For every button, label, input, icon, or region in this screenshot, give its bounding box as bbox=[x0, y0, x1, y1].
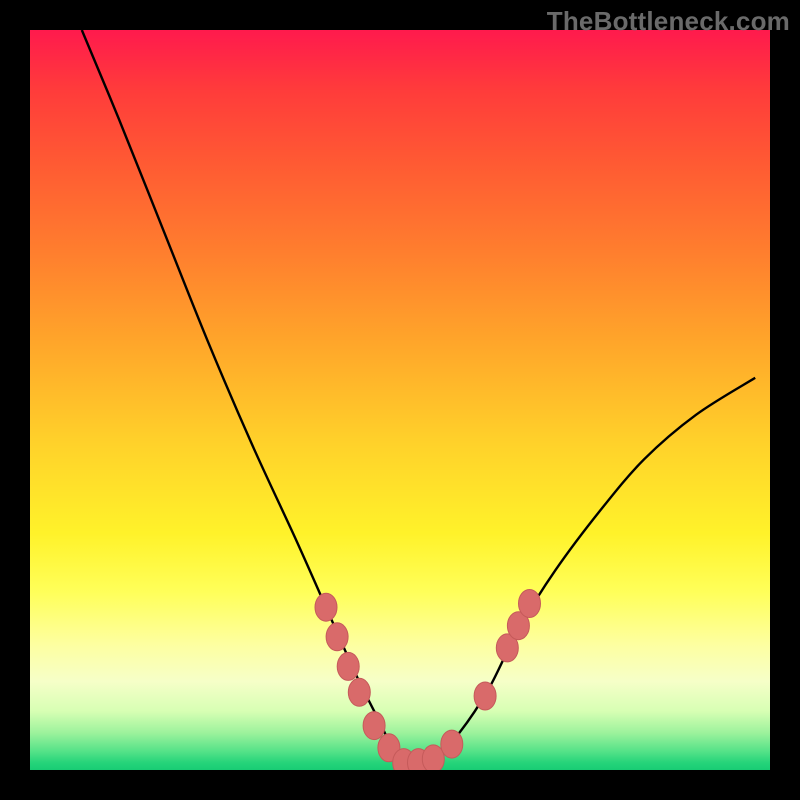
watermark-text: TheBottleneck.com bbox=[547, 6, 790, 37]
chart-frame: TheBottleneck.com bbox=[0, 0, 800, 800]
bottleneck-curve bbox=[82, 30, 755, 764]
curve-marker bbox=[326, 623, 348, 651]
curve-marker bbox=[337, 652, 359, 680]
curve-layer bbox=[30, 30, 770, 770]
curve-marker bbox=[348, 678, 370, 706]
curve-marker bbox=[363, 712, 385, 740]
curve-marker bbox=[441, 730, 463, 758]
curve-markers bbox=[315, 590, 541, 771]
curve-marker bbox=[519, 590, 541, 618]
curve-marker bbox=[315, 593, 337, 621]
curve-marker bbox=[474, 682, 496, 710]
plot-area bbox=[30, 30, 770, 770]
